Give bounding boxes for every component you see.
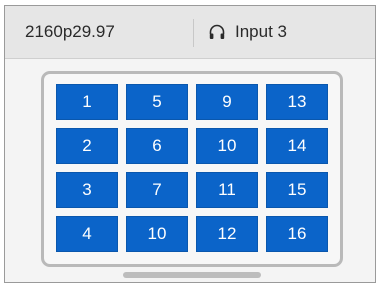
input-label-text: Input 3: [235, 22, 287, 41]
headphones-icon: [208, 23, 226, 41]
input-button[interactable]: 10: [126, 216, 188, 252]
input-button[interactable]: 12: [196, 216, 258, 252]
input-button[interactable]: 9: [196, 84, 258, 120]
input-button[interactable]: 16: [266, 216, 328, 252]
input-button[interactable]: 6: [126, 128, 188, 164]
input-button[interactable]: 14: [266, 128, 328, 164]
input-button[interactable]: 2: [56, 128, 118, 164]
input-button[interactable]: 13: [266, 84, 328, 120]
input-button[interactable]: 4: [56, 216, 118, 252]
input-selector[interactable]: Input 3: [208, 6, 287, 58]
input-button[interactable]: 10: [196, 128, 258, 164]
input-button[interactable]: 3: [56, 172, 118, 208]
horizontal-scrollbar[interactable]: [123, 272, 261, 278]
panel-header: 2160p29.97 Input 3: [5, 6, 375, 59]
audio-input-panel: 2160p29.97 Input 3 1 5 9 13 2 6 10 14 3 …: [4, 5, 376, 283]
input-button[interactable]: 5: [126, 84, 188, 120]
input-button-grid: 1 5 9 13 2 6 10 14 3 7 11 15 4 10 12 16: [56, 84, 328, 252]
header-divider: [193, 19, 194, 47]
input-button[interactable]: 11: [196, 172, 258, 208]
input-button[interactable]: 15: [266, 172, 328, 208]
video-format-label: 2160p29.97: [25, 22, 115, 41]
input-button[interactable]: 7: [126, 172, 188, 208]
input-button[interactable]: 1: [56, 84, 118, 120]
input-grid-frame: 1 5 9 13 2 6 10 14 3 7 11 15 4 10 12 16: [41, 71, 343, 267]
